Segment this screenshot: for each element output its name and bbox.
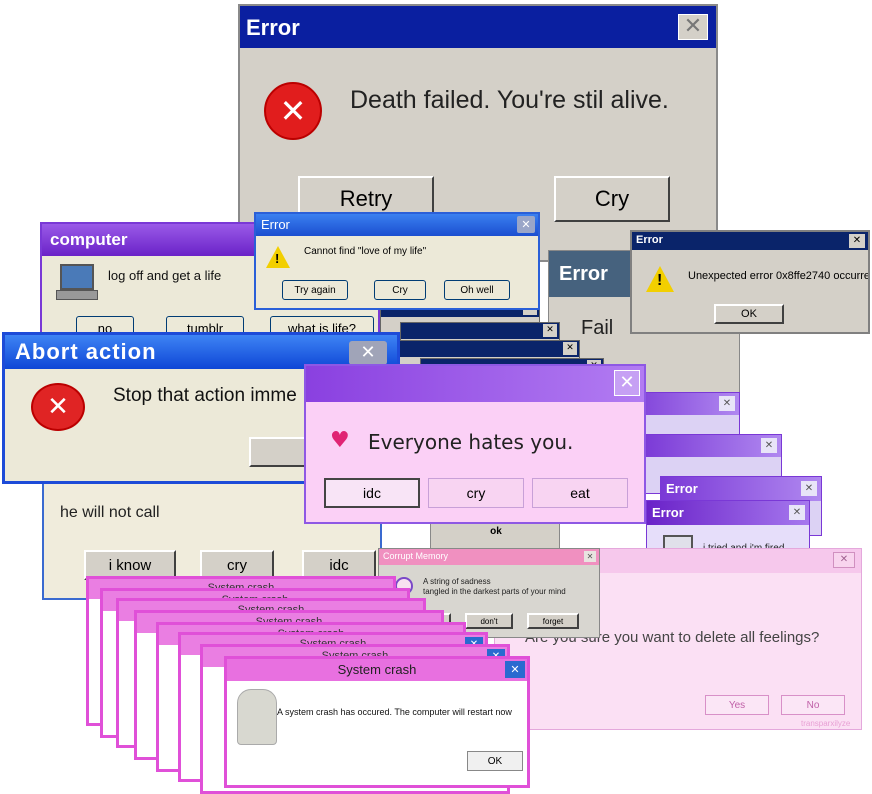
hidden-ok-button[interactable]: ok (461, 521, 531, 541)
corrupt-title: Corrupt Memory (383, 551, 449, 561)
try-again-button[interactable]: Try again (282, 280, 348, 300)
yes-button[interactable]: Yes (705, 695, 769, 715)
unexpected-error-dialog: Error ✕ ! Unexpected error 0x8ffe2740 oc… (630, 230, 870, 334)
hates-dialog: ✕ ♥ Everyone hates you. idc cry eat (304, 364, 646, 524)
hates-eat-button[interactable]: eat (532, 478, 628, 508)
computer-icon (60, 264, 94, 290)
error-x-icon: ✕ (264, 82, 322, 140)
dont-button[interactable]: don't (465, 613, 513, 629)
abort-close-icon[interactable]: ✕ (349, 341, 387, 365)
feelings-close-icon[interactable]: ✕ (833, 552, 855, 568)
hates-idc-button[interactable]: idc (324, 478, 420, 508)
fired-title: Error (652, 505, 684, 520)
crash-message: A system crash has occured. The computer… (277, 707, 512, 717)
corrupt-line-1: A string of sadness (423, 577, 491, 586)
computer-keyboard (56, 290, 98, 300)
abort-title: Abort action (15, 339, 157, 364)
system-crash-dialog: System crash ✕ A system crash has occure… (224, 656, 530, 788)
feelings-watermark: transparxilyze (801, 719, 851, 728)
cry-button[interactable]: Cry (554, 176, 670, 222)
love-titlebar: Error ✕ (256, 214, 538, 236)
death-message: Death failed. You're stil alive. (350, 86, 669, 114)
purple-stack-titlebar-2: ✕ (641, 435, 781, 457)
love-warning-mark: ! (275, 251, 280, 266)
love-title: Error (261, 217, 290, 232)
corrupt-titlebar: Corrupt Memory ✕ (379, 549, 599, 565)
crash-titlebar: System crash ✕ (227, 659, 527, 681)
crash-ok-button[interactable]: OK (467, 751, 523, 771)
no-button-feelings[interactable]: No (781, 695, 845, 715)
corrupt-close-icon[interactable]: ✕ (584, 551, 596, 562)
unexpected-titlebar: Error ✕ (632, 232, 868, 250)
hates-close-icon[interactable]: ✕ (614, 370, 640, 396)
hates-cry-button[interactable]: cry (428, 478, 524, 508)
unexpected-ok-button[interactable]: OK (714, 304, 784, 324)
purple-stack-title-3: Error (666, 481, 698, 496)
computer-title: computer (50, 230, 128, 249)
fail-title: Error (559, 263, 608, 285)
stack-titlebar-3: ✕ (381, 341, 579, 357)
hates-titlebar: ✕ (306, 366, 644, 402)
stack-close-icon-3[interactable]: ✕ (563, 342, 577, 355)
love-close-icon[interactable]: ✕ (517, 216, 535, 233)
abort-message: Stop that action imme (113, 385, 297, 406)
pixel-heart-icon: ♥ (330, 428, 350, 453)
fired-titlebar: Error ✕ (647, 501, 809, 525)
statue-icon (237, 689, 277, 745)
hates-message: Everyone hates you. (368, 430, 574, 454)
fired-close-icon[interactable]: ✕ (789, 505, 805, 520)
purple-stack-close-icon-2[interactable]: ✕ (761, 438, 777, 453)
death-close-icon[interactable]: ✕ (678, 14, 708, 40)
warning-mark: ! (657, 272, 663, 289)
corrupt-line-2: tangled in the darkest parts of your min… (423, 587, 566, 596)
call-message: he will not call (60, 504, 160, 521)
fail-message: Fail (581, 317, 614, 339)
love-message: Cannot find "love of my life" (304, 246, 427, 257)
purple-stack-close-icon-1[interactable]: ✕ (719, 396, 735, 411)
crash-title: System crash (337, 662, 417, 677)
unexpected-close-icon[interactable]: ✕ (849, 234, 865, 248)
purple-stack-titlebar-3: Error ✕ (661, 477, 821, 501)
forget-button[interactable]: forget (527, 613, 579, 629)
purple-stack-close-icon-3[interactable]: ✕ (801, 481, 817, 496)
error-x-icon: ✕ (31, 383, 85, 431)
death-titlebar: Error ✕ (240, 6, 716, 48)
crash-close-icon[interactable]: ✕ (505, 661, 525, 678)
stack-close-icon-2[interactable]: ✕ (543, 324, 557, 337)
unexpected-title: Error (636, 234, 663, 246)
love-cry-button[interactable]: Cry (374, 280, 426, 300)
stack-titlebar-2: ✕ (401, 323, 559, 339)
oh-well-button[interactable]: Oh well (444, 280, 510, 300)
unexpected-message: Unexpected error 0x8ffe2740 occurred. (688, 270, 870, 282)
love-error-dialog: Error ✕ ! Cannot find "love of my life" … (254, 212, 540, 310)
computer-message: log off and get a life (108, 268, 222, 283)
death-title: Error (246, 15, 300, 40)
